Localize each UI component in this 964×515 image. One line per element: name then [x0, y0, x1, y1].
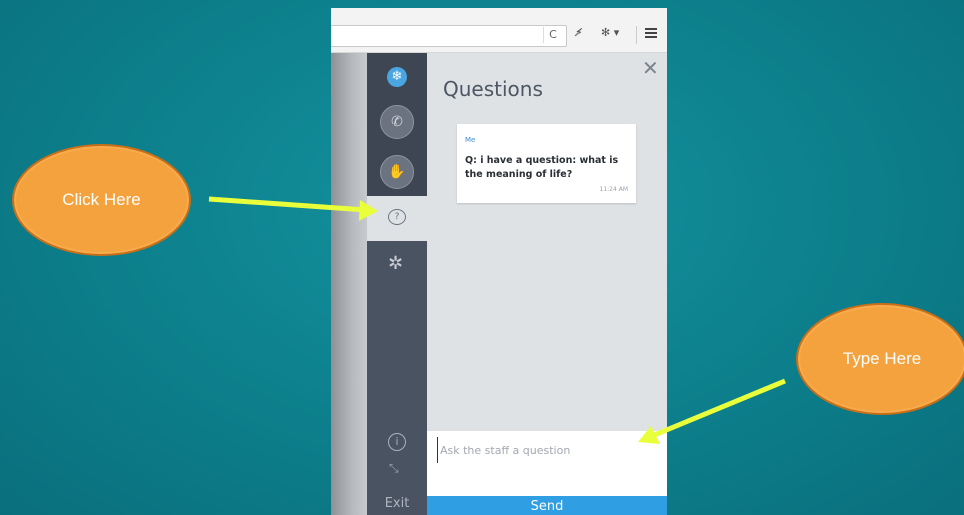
click-here-callout: Click Here: [12, 144, 191, 256]
left-arrow-head: [359, 200, 378, 221]
left-arrow-shaft: [208, 196, 367, 213]
right-arrow-shaft: [651, 378, 786, 439]
annotation-arrows: [208, 196, 786, 444]
type-here-callout: Type Here: [796, 303, 964, 415]
